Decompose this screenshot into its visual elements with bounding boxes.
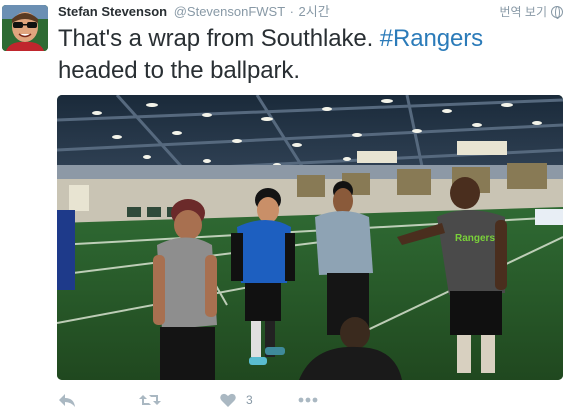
tweet: Stefan Stevenson @StevensonFWST · 2시간 번역… [0,0,573,415]
tweet-actions: 3 [58,390,358,410]
avatar[interactable] [2,5,48,51]
author-name[interactable]: Stefan Stevenson [58,4,167,19]
reply-icon [59,394,75,407]
more-button[interactable] [298,390,318,410]
like-button[interactable]: 3 [220,390,253,410]
translate-link[interactable]: 번역 보기 [500,3,563,21]
retweet-icon [139,395,161,405]
reply-button[interactable] [58,390,76,410]
globe-icon [551,6,563,19]
shirt-text: Rangers [455,233,495,244]
heart-icon [220,393,236,407]
tweet-text: That's a wrap from Southlake. #Rangers h… [58,23,563,87]
translate-label[interactable]: 번역 보기 [500,5,548,19]
separator-dot: · [289,4,294,19]
hashtag-link[interactable]: #Rangers [380,25,483,52]
tweet-timestamp[interactable]: 2시간 [299,4,330,19]
retweet-button[interactable] [139,390,161,410]
tweet-header: Stefan Stevenson @StevensonFWST · 2시간 [58,3,573,21]
tweet-photo[interactable]: Rangers [57,95,563,380]
tweet-text-part2: headed to the ballpark. [58,57,300,84]
like-count: 3 [246,393,253,407]
more-icon [298,397,318,403]
author-handle[interactable]: @StevensonFWST [174,4,285,19]
tweet-text-part1: That's a wrap from Southlake. [58,25,380,52]
